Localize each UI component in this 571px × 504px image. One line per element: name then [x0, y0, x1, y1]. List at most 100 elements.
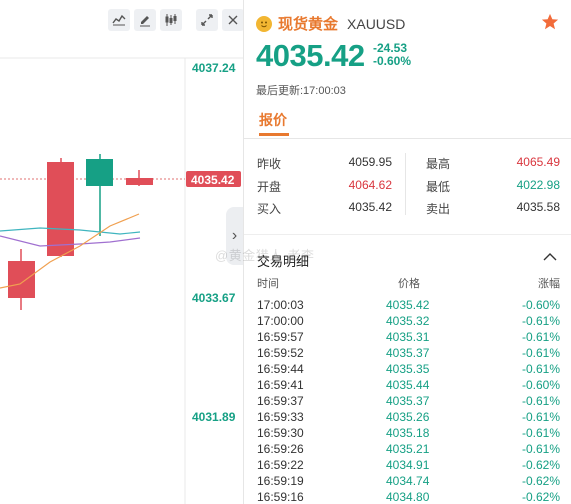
close-icon[interactable] — [222, 9, 244, 31]
prev-close-value: 4059.95 — [348, 155, 392, 169]
watermark-text: @黄金猎人-老李 — [215, 248, 315, 263]
instrument-code: XAUUSD — [347, 15, 406, 32]
bid-value: 4035.42 — [348, 200, 392, 214]
current-price-tag-label: 4035.42 — [191, 173, 235, 187]
trade-time: 16:59:26 — [257, 442, 304, 456]
candle-body-bullish — [47, 162, 74, 256]
trade-time: 16:59:33 — [257, 410, 304, 424]
change-percent: -0.60% — [373, 54, 412, 68]
trade-time: 17:00:00 — [257, 314, 304, 328]
line-chart-icon[interactable] — [108, 9, 130, 31]
prev-close-label: 昨收 — [257, 157, 282, 171]
trade-time: 16:59:44 — [257, 362, 304, 376]
tab-divider — [244, 138, 571, 139]
trade-price: 4035.32 — [386, 314, 430, 328]
trade-row: 16:59:41 4035.44 -0.60% — [257, 378, 560, 394]
col-time-header: 时间 — [257, 278, 279, 290]
trade-row: 16:59:26 4035.21 -0.61% — [257, 442, 560, 458]
trade-change: -0.61% — [521, 426, 560, 440]
trade-price: 4035.37 — [386, 394, 430, 408]
col-change-header: 涨幅 — [538, 278, 560, 290]
pencil-icon[interactable] — [134, 9, 156, 31]
trade-price: 4034.80 — [386, 490, 430, 504]
trade-row: 16:59:33 4035.26 -0.61% — [257, 410, 560, 426]
trade-change: -0.61% — [521, 410, 560, 424]
trade-change: -0.62% — [521, 490, 560, 504]
favorite-star-icon[interactable] — [541, 13, 559, 31]
trade-price: 4035.26 — [386, 410, 430, 424]
chart-toolbar — [108, 9, 244, 31]
instrument-name: 现货黄金 — [278, 16, 339, 33]
trade-change: -0.61% — [521, 362, 560, 376]
ask-value: 4035.58 — [516, 200, 560, 214]
trade-row: 16:59:44 4035.35 -0.61% — [257, 362, 560, 378]
open-value: 4064.62 — [348, 178, 392, 192]
trade-price: 4035.37 — [386, 346, 430, 360]
candle-body-bullish — [8, 261, 35, 298]
trade-row: 16:59:30 4035.18 -0.61% — [257, 426, 560, 442]
open-label: 开盘 — [257, 180, 282, 194]
ask-label: 卖出 — [426, 202, 451, 216]
last-update-time: 最后更新:17:00:03 — [256, 85, 346, 97]
trade-change: -0.61% — [521, 330, 560, 344]
trade-change: -0.62% — [521, 474, 560, 488]
trade-row: 16:59:52 4035.37 -0.61% — [257, 346, 560, 362]
trade-change: -0.61% — [521, 314, 560, 328]
trade-change: -0.61% — [521, 442, 560, 456]
trade-time: 16:59:16 — [257, 490, 304, 504]
trade-time: 16:59:57 — [257, 330, 304, 344]
quote-stats: 昨收 4059.95 开盘 4064.62 买入 4035.42 最高 4065… — [244, 150, 571, 220]
price-axis-label: 4037.24 — [192, 61, 236, 75]
trade-time: 17:00:03 — [257, 298, 304, 312]
high-label: 最高 — [426, 157, 451, 171]
bid-label: 买入 — [257, 202, 282, 216]
trade-change: -0.62% — [521, 458, 560, 472]
trade-row: 16:59:57 4035.31 -0.61% — [257, 330, 560, 346]
trade-change: -0.61% — [521, 394, 560, 408]
trade-time: 16:59:52 — [257, 346, 304, 360]
trade-price: 4034.74 — [386, 474, 430, 488]
candlestick-icon[interactable] — [160, 9, 182, 31]
section-divider — [244, 234, 571, 235]
trade-time: 16:59:19 — [257, 474, 304, 488]
trade-price: 4035.18 — [386, 426, 430, 440]
expand-icon[interactable] — [196, 9, 218, 31]
active-tab-indicator — [259, 133, 289, 136]
chevron-right-icon: › — [231, 227, 238, 244]
trade-price: 4035.35 — [386, 362, 430, 376]
trade-time: 16:59:30 — [257, 426, 304, 440]
low-label: 最低 — [426, 180, 451, 194]
high-value: 4065.49 — [516, 155, 560, 169]
trade-price: 4035.44 — [386, 378, 430, 392]
trade-row: 17:00:03 4035.42 -0.60% — [257, 298, 560, 314]
price-axis-label: 4033.67 — [192, 291, 236, 305]
quote-header: 现货黄金 XAUUSD — [256, 13, 405, 34]
col-price-header: 价格 — [398, 278, 420, 290]
app-root: 4037.24 4033.67 4031.89 4035.42 › 现货黄金 X… — [0, 0, 571, 504]
candle-body-bearish — [86, 159, 113, 186]
trade-change: -0.60% — [521, 378, 560, 392]
trade-row: 16:59:37 4035.37 -0.61% — [257, 394, 560, 410]
trade-change: -0.61% — [521, 346, 560, 360]
chart-pane[interactable]: 4037.24 4033.67 4031.89 4035.42 — [0, 0, 244, 504]
trade-time: 16:59:41 — [257, 378, 304, 392]
gold-smiley-icon — [256, 15, 272, 32]
trade-time: 16:59:22 — [257, 458, 304, 472]
trade-price: 4035.42 — [386, 298, 430, 312]
trade-price: 4034.91 — [386, 458, 430, 472]
trade-row: 16:59:19 4034.74 -0.62% — [257, 474, 560, 490]
trade-row: 17:00:00 4035.32 -0.61% — [257, 314, 560, 330]
last-price: 4035.42 — [256, 38, 365, 73]
trade-price: 4035.31 — [386, 330, 430, 344]
price-axis-label: 4031.89 — [192, 410, 236, 424]
chevron-up-icon[interactable] — [543, 252, 557, 262]
trade-change: -0.60% — [521, 298, 560, 312]
trade-time: 16:59:37 — [257, 394, 304, 408]
candlestick-chart[interactable]: 4037.24 4033.67 4031.89 4035.42 — [0, 0, 243, 504]
trade-row: 16:59:16 4034.80 -0.62% — [257, 490, 560, 504]
tab-quote[interactable]: 报价 — [259, 110, 287, 130]
price-change: -24.53 -0.60% — [373, 42, 411, 68]
trade-price: 4035.21 — [386, 442, 430, 456]
candle-body-bullish — [126, 178, 153, 185]
